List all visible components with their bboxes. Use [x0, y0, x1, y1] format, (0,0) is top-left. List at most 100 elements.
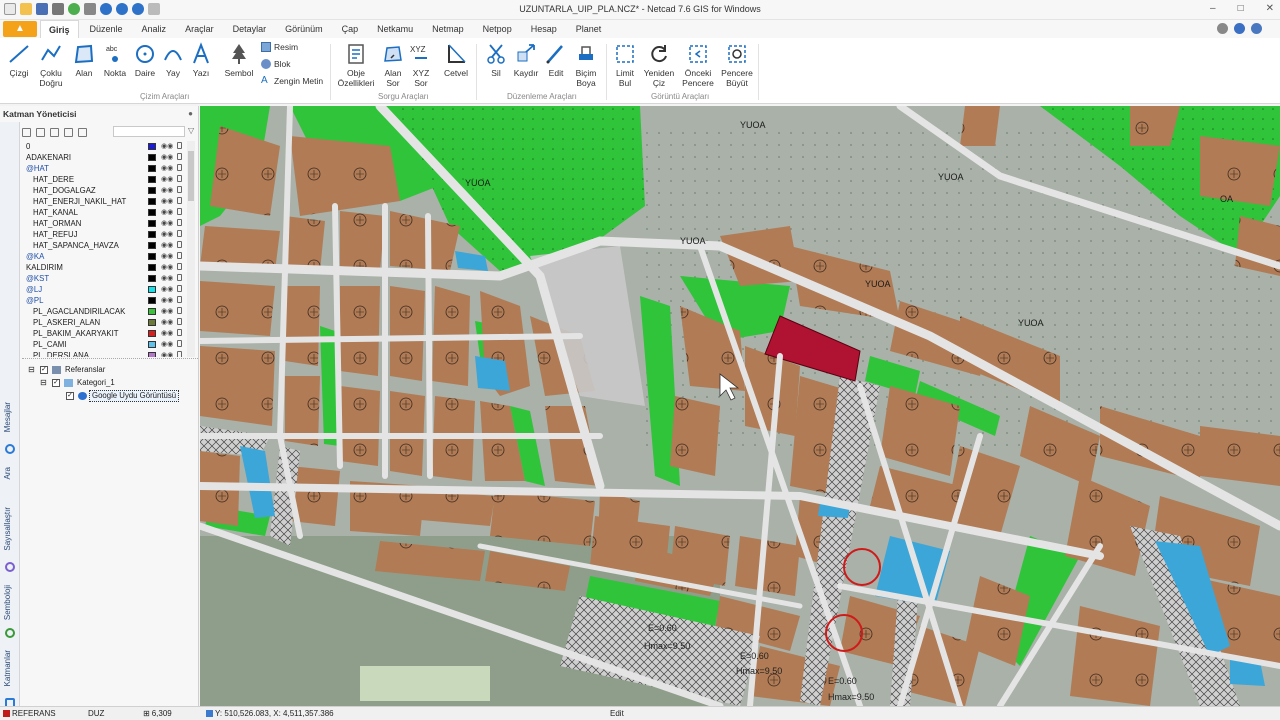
rich-text-button[interactable]: A Zengin Metin	[261, 76, 323, 87]
tab-giriş[interactable]: Giriş	[40, 20, 79, 38]
tab-netmap[interactable]: Netmap	[424, 20, 472, 38]
layer-color-swatch[interactable]	[148, 330, 156, 337]
lock-icon[interactable]	[177, 241, 182, 248]
minimize-icon[interactable]: –	[1210, 3, 1216, 14]
layer-color-swatch[interactable]	[148, 319, 156, 326]
close-icon[interactable]: ✕	[1266, 3, 1274, 14]
layer-row[interactable]: PL_ASKERI_ALAN ◉◉	[22, 317, 186, 328]
tab-analiz[interactable]: Analiz	[134, 20, 175, 38]
tab-detaylar[interactable]: Detaylar	[225, 20, 275, 38]
area-button[interactable]: Alan	[68, 42, 100, 78]
symbology-icon[interactable]	[5, 628, 15, 638]
layer-color-swatch[interactable]	[148, 286, 156, 293]
lock-icon[interactable]	[177, 285, 182, 292]
visibility-icon[interactable]: ◉◉	[161, 229, 173, 240]
visibility-icon[interactable]: ◉◉	[161, 284, 173, 295]
visibility-icon[interactable]: ◉◉	[161, 141, 173, 152]
digitize-icon[interactable]	[5, 562, 15, 572]
layer-color-swatch[interactable]	[148, 341, 156, 348]
tree-node-google-satellite[interactable]: ✓ Google Uydu Görüntüsü	[28, 389, 196, 402]
layer-row[interactable]: HAT_DOGALGAZ ◉◉	[22, 185, 186, 196]
visibility-icon[interactable]: ◉◉	[161, 328, 173, 339]
lock-icon[interactable]	[177, 230, 182, 237]
layer-color-swatch[interactable]	[148, 198, 156, 205]
visibility-icon[interactable]: ◉◉	[161, 350, 173, 357]
format-paint-button[interactable]: Biçim Boya	[570, 42, 602, 88]
lock-icon[interactable]	[177, 274, 182, 281]
maximize-icon[interactable]: □	[1238, 3, 1244, 14]
layer-row[interactable]: PL_AGACLANDIRILACAK ◉◉	[22, 306, 186, 317]
layer-row[interactable]: HAT_SAPANCA_HAVZA ◉◉	[22, 240, 186, 251]
layer-row[interactable]: 0 ◉◉	[22, 141, 186, 152]
layer-color-swatch[interactable]	[148, 143, 156, 150]
side-tab-messages[interactable]: Mesajlar	[3, 402, 17, 432]
tab-netkamu[interactable]: Netkamu	[369, 20, 421, 38]
find-limits-button[interactable]: Limit Bul	[609, 42, 641, 88]
visibility-icon[interactable]: ◉◉	[161, 339, 173, 350]
layer-color-swatch[interactable]	[148, 352, 156, 357]
lock-icon[interactable]	[177, 329, 182, 336]
map-canvas[interactable]: YUOA YUOA YUOA YUOA YUOA YUOA OA E=0.60 …	[200, 106, 1280, 706]
layer-row[interactable]: HAT_ENERJI_NAKIL_HAT ◉◉	[22, 196, 186, 207]
layer-color-swatch[interactable]	[148, 264, 156, 271]
panel-divider[interactable]	[22, 358, 198, 362]
layer-list-scrollbar[interactable]	[187, 141, 195, 357]
visibility-icon[interactable]: ◉◉	[161, 218, 173, 229]
layer-row[interactable]: HAT_KANAL ◉◉	[22, 207, 186, 218]
map-drawing[interactable]: YUOA YUOA YUOA YUOA YUOA YUOA OA E=0.60 …	[200, 106, 1280, 706]
image-button[interactable]: Resim	[261, 42, 298, 52]
layer-row[interactable]: KALDIRIM ◉◉	[22, 262, 186, 273]
point-button[interactable]: abc Nokta	[99, 42, 131, 78]
side-tab-search[interactable]: Ara	[3, 467, 17, 479]
collapse-icon[interactable]: ⊟	[28, 363, 35, 376]
layer-row[interactable]: HAT_REFUJ ◉◉	[22, 229, 186, 240]
visibility-icon[interactable]: ◉◉	[161, 207, 173, 218]
sort-icon[interactable]	[50, 128, 59, 137]
lock-all-icon[interactable]	[78, 128, 87, 137]
references-checkbox[interactable]: ✓	[40, 366, 48, 374]
help-icon[interactable]	[1234, 23, 1245, 34]
scroll-thumb[interactable]	[188, 151, 194, 201]
about-icon[interactable]	[1251, 23, 1262, 34]
lock-icon[interactable]	[177, 351, 182, 357]
filter-layer-icon[interactable]	[64, 128, 73, 137]
layer-row[interactable]: PL_CAMI ◉◉	[22, 339, 186, 350]
lock-icon[interactable]	[177, 186, 182, 193]
status-mode[interactable]: DUZ	[88, 709, 104, 718]
panel-pin-icon[interactable]: ●	[188, 109, 193, 118]
lock-icon[interactable]	[177, 208, 182, 215]
polyline-button[interactable]: Çoklu Doğru	[35, 42, 67, 88]
lock-icon[interactable]	[177, 318, 182, 325]
layer-row[interactable]: @LJ ◉◉	[22, 284, 186, 295]
layer-color-swatch[interactable]	[148, 165, 156, 172]
visibility-icon[interactable]: ◉◉	[161, 262, 173, 273]
layer-color-swatch[interactable]	[148, 176, 156, 183]
previous-window-button[interactable]: Önceki Pencere	[682, 42, 714, 88]
layer-row[interactable]: HAT_DERE ◉◉	[22, 174, 186, 185]
symbol-button[interactable]: Sembol	[223, 42, 255, 78]
layer-color-swatch[interactable]	[148, 275, 156, 282]
visibility-icon[interactable]: ◉◉	[161, 163, 173, 174]
layer-row[interactable]: PL_BAKIM_AKARYAKIT ◉◉	[22, 328, 186, 339]
layer-search-input[interactable]	[113, 126, 185, 137]
lock-icon[interactable]	[177, 307, 182, 314]
visibility-icon[interactable]: ◉◉	[161, 273, 173, 284]
visibility-icon[interactable]: ◉◉	[161, 295, 173, 306]
redraw-button[interactable]: Yeniden Çiz	[643, 42, 675, 88]
layer-color-swatch[interactable]	[148, 297, 156, 304]
xyz-query-button[interactable]: XYZ XYZ Sor	[405, 42, 437, 88]
edit-button[interactable]: Edit	[540, 42, 572, 78]
info-icon[interactable]	[1217, 23, 1228, 34]
text-button[interactable]: Yazı	[185, 42, 217, 78]
visibility-icon[interactable]: ◉◉	[161, 317, 173, 328]
layer-row[interactable]: HAT_ORMAN ◉◉	[22, 218, 186, 229]
tab-hesap[interactable]: Hesap	[523, 20, 565, 38]
layer-row[interactable]: @PL ◉◉	[22, 295, 186, 306]
delete-button[interactable]: Sil	[480, 42, 512, 78]
visibility-icon[interactable]: ◉◉	[161, 306, 173, 317]
tree-node-references[interactable]: ⊟ ✓ Referanslar	[28, 363, 196, 376]
lock-icon[interactable]	[177, 252, 182, 259]
layer-row[interactable]: @KST ◉◉	[22, 273, 186, 284]
category-checkbox[interactable]: ✓	[52, 379, 60, 387]
lock-icon[interactable]	[177, 164, 182, 171]
